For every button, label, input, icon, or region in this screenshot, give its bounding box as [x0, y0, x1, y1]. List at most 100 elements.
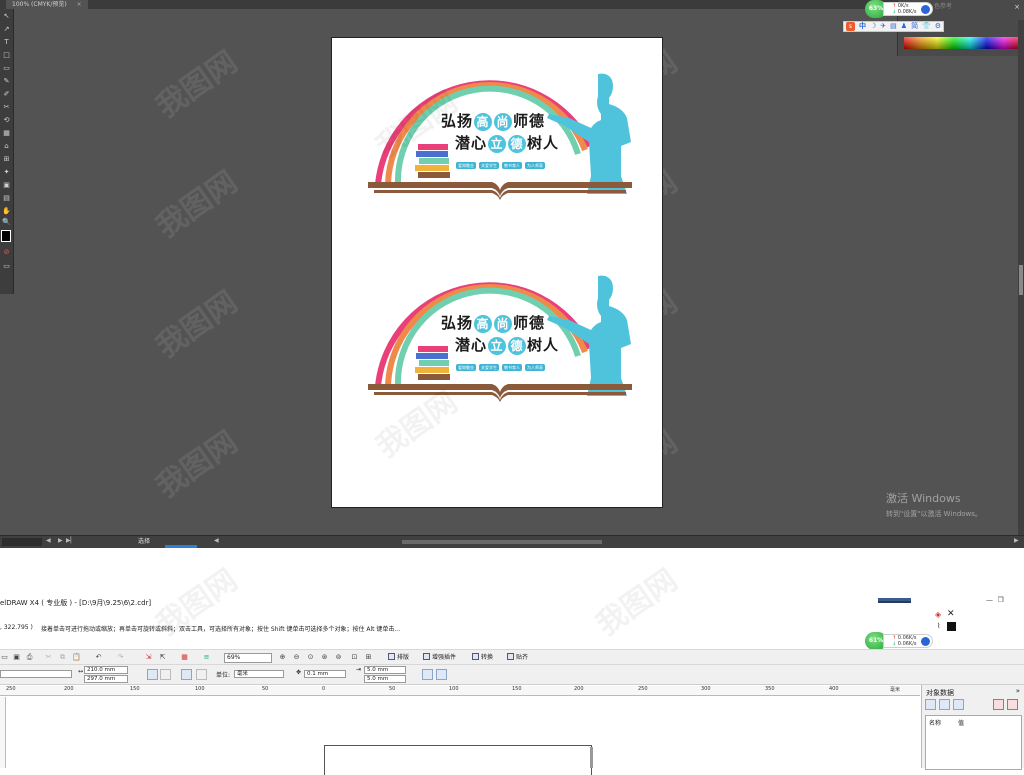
skin-icon[interactable]: 👕 [922, 22, 931, 31]
all-pages-button[interactable] [181, 669, 192, 680]
landscape-button[interactable] [160, 669, 171, 680]
ime-mode[interactable]: 中 [859, 22, 866, 31]
docker-delete-button[interactable] [1007, 699, 1018, 710]
welcome-screen-icon[interactable]: ≡ [202, 653, 211, 662]
zoom-width-icon[interactable]: ⊡ [350, 653, 359, 662]
application-launcher-icon[interactable]: ▦ [180, 653, 189, 662]
docker-expand-icon[interactable]: » [1016, 687, 1020, 695]
settings-icon[interactable]: ⚙ [935, 22, 941, 31]
paper-type-select[interactable] [0, 670, 72, 678]
nudge-distance-field[interactable]: 0.1 mm [304, 670, 346, 678]
keyboard-icon[interactable]: ▤ [890, 22, 897, 31]
cut-icon[interactable]: ✂ [44, 653, 53, 662]
rectangle-tool-icon[interactable]: □ [1, 50, 12, 61]
open-icon[interactable]: ▭ [0, 653, 9, 662]
scroll-right-icon[interactable]: ▶ [1014, 537, 1019, 544]
ime-toolbar[interactable]: s 中 ☽ ✈ ▤ ♟ 简 👕 ⚙ [843, 21, 945, 32]
current-page-button[interactable] [196, 669, 207, 680]
zoom-field[interactable] [2, 538, 42, 546]
pencil-tool-icon[interactable]: ✎ [1, 76, 12, 87]
page-height-field[interactable]: 297.0 mm [84, 675, 128, 683]
grid-tool-icon[interactable]: ⊞ [1, 154, 12, 165]
scrollbar-thumb[interactable] [1019, 265, 1023, 295]
design-panel-1[interactable]: 弘扬高尚师德 潜心立德树人 爱岗敬业 关爱学生 教书育人 为人师表 [368, 66, 632, 236]
zoom-page-icon[interactable]: ⊚ [334, 653, 343, 662]
user-icon[interactable]: ♟ [901, 22, 907, 31]
fill-icon[interactable]: ◈ [935, 610, 941, 619]
network-speed-widget[interactable]: 63% ↑ 0K/s ↓ 0.08K/s [865, 0, 935, 18]
close-tab-icon[interactable]: × [77, 1, 82, 8]
color-spectrum[interactable] [904, 37, 1020, 49]
print-icon[interactable]: ⎙ [25, 653, 34, 662]
convert-button[interactable]: 转换 [472, 653, 493, 663]
graph-tool-icon[interactable]: ▣ [1, 180, 12, 191]
undo-icon[interactable]: ↶ [94, 653, 103, 662]
snap-button[interactable]: 贴齐 [507, 653, 528, 663]
mesh-tool-icon[interactable]: ▦ [1, 128, 12, 139]
zoom-selected-icon[interactable]: ⊙ [306, 653, 315, 662]
object-data-list[interactable]: 名称 值 [925, 715, 1022, 770]
scroll-left-icon[interactable]: ◀ [214, 537, 219, 544]
brush-tool-icon[interactable]: ✐ [1, 89, 12, 100]
portrait-button[interactable] [147, 669, 158, 680]
docker-clear-button[interactable] [993, 699, 1004, 710]
horizontal-scrollbar-thumb[interactable] [402, 540, 602, 544]
copy-icon[interactable]: ⧉ [58, 653, 67, 662]
arrow-left-icon[interactable]: ◀ [46, 537, 51, 544]
arrow-last-icon[interactable]: ▶▏ [66, 537, 75, 544]
minimize-icon[interactable]: — [986, 596, 993, 604]
import-icon[interactable]: ⇲ [144, 653, 153, 662]
save-icon[interactable]: ▣ [12, 653, 21, 662]
zoom-height-icon[interactable]: ⊞ [364, 653, 373, 662]
type-tool-icon[interactable]: T [1, 37, 12, 48]
page-outline[interactable] [324, 745, 592, 775]
plugins-button[interactable]: 增强插件 [423, 653, 456, 663]
export-icon[interactable]: ⇱ [158, 653, 167, 662]
artboard-tool-icon[interactable]: ▤ [1, 193, 12, 204]
no-fill-icon[interactable]: ✕ [947, 609, 955, 619]
zoom-tool-icon[interactable]: 🔍 [1, 217, 12, 228]
artboard[interactable]: 弘扬高尚师德 潜心立德树人 爱岗敬业 关爱学生 教书育人 为人师表 弘扬 高 尚… [331, 37, 663, 508]
docker-copy-button[interactable] [953, 699, 964, 710]
shape-builder-tool-icon[interactable]: ⌂ [1, 141, 12, 152]
docker-sheet-button[interactable] [939, 699, 950, 710]
snap-objects-button[interactable] [422, 669, 433, 680]
duplicate-x-field[interactable]: 5.0 mm [364, 666, 406, 674]
punctuation-icon[interactable]: ✈ [880, 22, 886, 31]
zoom-level-select[interactable]: 69% [224, 653, 272, 663]
paste-icon[interactable]: 📋 [72, 653, 81, 662]
symbol-tool-icon[interactable]: ✦ [1, 167, 12, 178]
fill-stroke-swatch[interactable] [1, 230, 11, 242]
arrow-right-icon[interactable]: ▶ [58, 537, 63, 544]
network-speed-widget[interactable]: 61% ↑ 0.06K/s ↓ 0.06K/s [865, 632, 935, 650]
docker-field-button[interactable] [925, 699, 936, 710]
window-controls[interactable]: — ❐ [986, 596, 1004, 604]
frame-tool-icon[interactable]: ▭ [1, 63, 12, 74]
selection-tool-icon[interactable]: ↖ [1, 11, 12, 22]
page-width-field[interactable]: 210.0 mm [84, 666, 128, 674]
moon-icon[interactable]: ☽ [870, 22, 876, 31]
document-tab[interactable]: 100% (CMYK/预览) × [6, 0, 88, 9]
horizontal-ruler[interactable]: 250 200 150 100 50 0 50 100 150 200 250 … [0, 686, 920, 696]
zoom-in-icon[interactable]: ⊕ [278, 653, 287, 662]
direct-selection-tool-icon[interactable]: ↗ [1, 24, 12, 35]
redo-icon[interactable]: ↷ [116, 653, 125, 662]
scissors-tool-icon[interactable]: ✂ [1, 102, 12, 113]
arrange-button[interactable]: 排版 [388, 653, 409, 663]
simplified-icon[interactable]: 简 [911, 22, 918, 31]
vertical-ruler[interactable] [0, 697, 6, 768]
design-panel-2[interactable]: 弘扬高尚师德 潜心立德树人 爱岗敬业 关爱学生 教书育人 为人师表 [368, 268, 632, 438]
vertical-scrollbar[interactable] [1018, 20, 1024, 536]
restore-icon[interactable]: ❐ [997, 596, 1003, 604]
window-minimize-button[interactable] [878, 598, 911, 603]
zoom-out-icon[interactable]: ⊖ [292, 653, 301, 662]
zoom-all-icon[interactable]: ⊛ [320, 653, 329, 662]
unit-select[interactable]: 毫米 [234, 670, 284, 678]
duplicate-y-field[interactable]: 5.0 mm [364, 675, 406, 683]
draw-mode-icon[interactable]: ▭ [1, 261, 12, 272]
rotate-tool-icon[interactable]: ⟲ [1, 115, 12, 126]
none-swatch-icon[interactable]: ⊘ [1, 247, 12, 258]
close-panel-icon[interactable]: × [1014, 3, 1020, 11]
color-guide-label[interactable]: 色参考 [934, 1, 952, 10]
hand-tool-icon[interactable]: ✋ [1, 206, 12, 217]
